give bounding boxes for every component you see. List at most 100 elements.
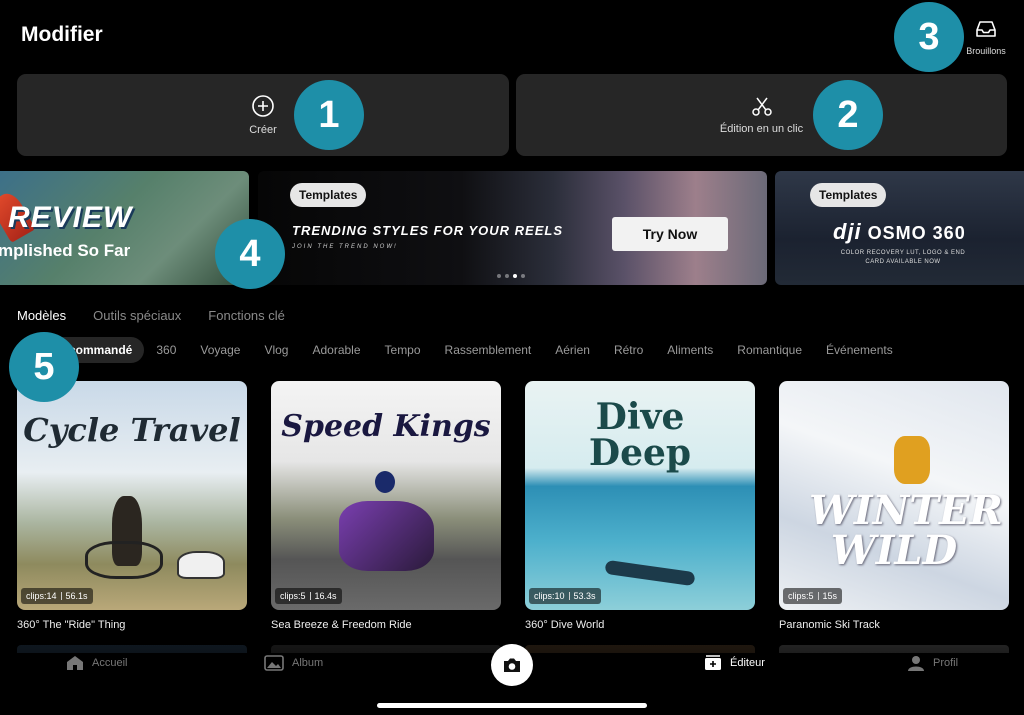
templates-tag: Templates [290, 183, 367, 207]
chip-romantic[interactable]: Romantique [725, 337, 814, 363]
osmo-line-1: COLOR RECOVERY LUT, LOGO & END [840, 250, 966, 256]
template-name: Sea Breeze & Freedom Ride [271, 619, 412, 631]
template-duration: 56.1s [65, 591, 88, 601]
create-label: Créer [249, 124, 277, 136]
template-duration: 15s [822, 591, 838, 601]
template-name: 360° The "Ride" Thing [17, 619, 126, 631]
diver-graphic [604, 559, 696, 587]
meta-divider [568, 592, 570, 600]
one-click-edit-button[interactable]: Édition en un clic [516, 74, 1007, 156]
template-clips: clips:14 [26, 591, 57, 601]
banner-review[interactable]: REVIEW mplished So Far [0, 171, 249, 285]
template-duration: 16.4s [314, 591, 337, 601]
nav-editor[interactable]: Éditeur [704, 655, 765, 671]
carousel-dots [497, 274, 525, 278]
template-duration: 53.3s [573, 591, 596, 601]
osmo-description: COLOR RECOVERY LUT, LOGO & END CARD AVAI… [833, 249, 973, 267]
carousel-dot-active [513, 274, 517, 278]
template-name: Paranomic Ski Track [779, 619, 880, 631]
chip-retro[interactable]: Rétro [602, 337, 655, 363]
camera-button[interactable] [491, 644, 533, 686]
meta-divider [60, 592, 62, 600]
page-title: Modifier [21, 23, 103, 46]
osmo-line-2: CARD AVAILABLE NOW [865, 259, 941, 265]
home-indicator [377, 703, 647, 708]
template-clips: clips:5 [788, 591, 814, 601]
skier-graphic [894, 436, 930, 484]
template-meta: clips:5 15s [783, 588, 843, 604]
chip-food[interactable]: Aliments [655, 337, 725, 363]
banner-trending[interactable]: Templates TRENDING STYLES FOR YOUR REELS… [258, 171, 767, 285]
dji-logo: dji [833, 219, 862, 244]
chip-360[interactable]: 360 [144, 337, 188, 363]
one-click-edit-label: Édition en un clic [719, 123, 804, 135]
annotation-badge-2: 2 [813, 80, 883, 150]
template-art-title: Dive Deep [588, 396, 692, 474]
template-art-title: Cycle Travel [23, 411, 241, 449]
annotation-badge-5: 5 [9, 332, 79, 402]
template-name: 360° Dive World [525, 619, 605, 631]
carousel-dot [505, 274, 509, 278]
drafts-label: Brouillons [966, 46, 1006, 56]
section-tabs: Modèles Outils spéciaux Fonctions clé [17, 308, 285, 323]
tab-models[interactable]: Modèles [17, 308, 66, 323]
nav-home-label: Accueil [92, 657, 128, 669]
nav-album-label: Album [292, 657, 324, 669]
meta-divider [309, 592, 311, 600]
album-icon [264, 655, 284, 671]
chip-gathering[interactable]: Rassemblement [433, 337, 544, 363]
scissors-icon [751, 97, 772, 116]
template-card[interactable]: Dive Deep clips:10 53.3s [525, 381, 755, 610]
nav-profile-label: Profil [933, 657, 959, 669]
chip-travel[interactable]: Voyage [188, 337, 252, 363]
profile-icon [908, 656, 924, 671]
inbox-icon [976, 21, 996, 37]
annotation-badge-1: 1 [294, 80, 364, 150]
rider-helmet-graphic [375, 471, 395, 493]
template-meta: clips:5 16.4s [275, 588, 342, 604]
chip-vlog[interactable]: Vlog [252, 337, 300, 363]
banner-osmo[interactable]: Templates dji OSMO 360 COLOR RECOVERY LUT… [775, 171, 1024, 285]
osmo-title: OSMO 360 [867, 223, 966, 243]
tab-key-functions[interactable]: Fonctions clé [208, 308, 285, 323]
annotation-badge-3: 3 [894, 2, 964, 72]
nav-home[interactable]: Accueil [66, 655, 127, 671]
motorcycle-graphic [339, 501, 434, 571]
editor-icon [705, 655, 721, 670]
chip-cute[interactable]: Adorable [300, 337, 372, 363]
nav-editor-label: Éditeur [730, 657, 765, 669]
camera-icon [504, 658, 520, 672]
template-clips: clips:10 [534, 591, 565, 601]
banner-review-subtitle: mplished So Far [0, 241, 131, 260]
template-clips: clips:5 [280, 591, 306, 601]
template-card[interactable]: Speed Kings clips:5 16.4s [271, 381, 501, 610]
template-art-title: Speed Kings [281, 409, 491, 444]
carousel-dot [497, 274, 501, 278]
carousel-dot [521, 274, 525, 278]
drafts-button[interactable]: Brouillons [966, 20, 1006, 56]
template-meta: clips:10 53.3s [529, 588, 601, 604]
dog-graphic [177, 551, 225, 579]
category-chips: commandé 360 Voyage Vlog Adorable Tempo … [17, 337, 1024, 363]
nav-album[interactable]: Album [264, 655, 323, 671]
chip-tempo[interactable]: Tempo [373, 337, 433, 363]
tab-special-tools[interactable]: Outils spéciaux [93, 308, 181, 323]
bike-graphic [85, 541, 163, 579]
template-card[interactable]: WINTER WILD clips:5 15s [779, 381, 1009, 610]
plus-circle-icon [252, 95, 274, 117]
banner-review-title: REVIEW [8, 201, 133, 234]
banner-headline: TRENDING STYLES FOR YOUR REELS [292, 223, 564, 238]
meta-divider [817, 592, 819, 600]
banner-subline: JOIN THE TREND NOW! [292, 244, 398, 250]
osmo-brand: dji OSMO 360 [833, 219, 966, 245]
nav-profile[interactable]: Profil [907, 655, 958, 671]
template-art-title: WINTER WILD [809, 487, 1003, 574]
try-now-button[interactable]: Try Now [612, 217, 728, 251]
home-icon [67, 656, 83, 670]
templates-tag: Templates [810, 183, 887, 207]
chip-aerial[interactable]: Aérien [543, 337, 602, 363]
chip-events[interactable]: Événements [814, 337, 905, 363]
create-button[interactable]: Créer [17, 74, 509, 156]
annotation-badge-4: 4 [215, 219, 285, 289]
template-card[interactable]: Cycle Travel clips:14 56.1s [17, 381, 247, 610]
